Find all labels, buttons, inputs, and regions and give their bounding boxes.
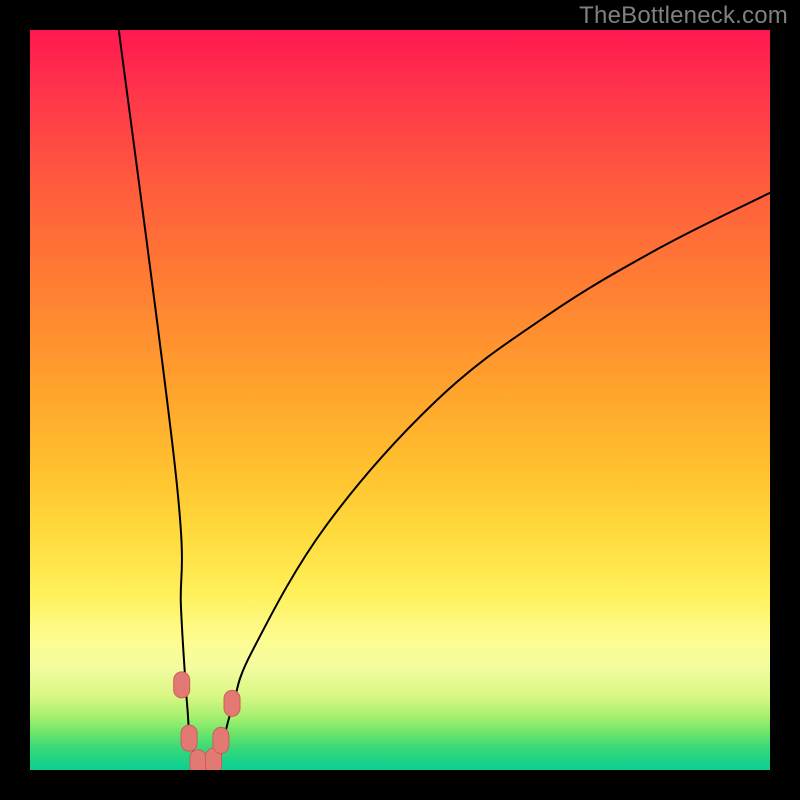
curve-marker [190,750,206,770]
watermark-text: TheBottleneck.com [579,2,788,30]
chart-frame: TheBottleneck.com [0,0,800,800]
marker-group [174,672,240,770]
curve-marker [213,727,229,753]
chart-svg [30,30,770,770]
curve-marker [174,672,190,698]
curve-marker [181,725,197,751]
curve-marker [224,690,240,716]
plot-area [30,30,770,770]
bottleneck-curve [119,30,770,767]
